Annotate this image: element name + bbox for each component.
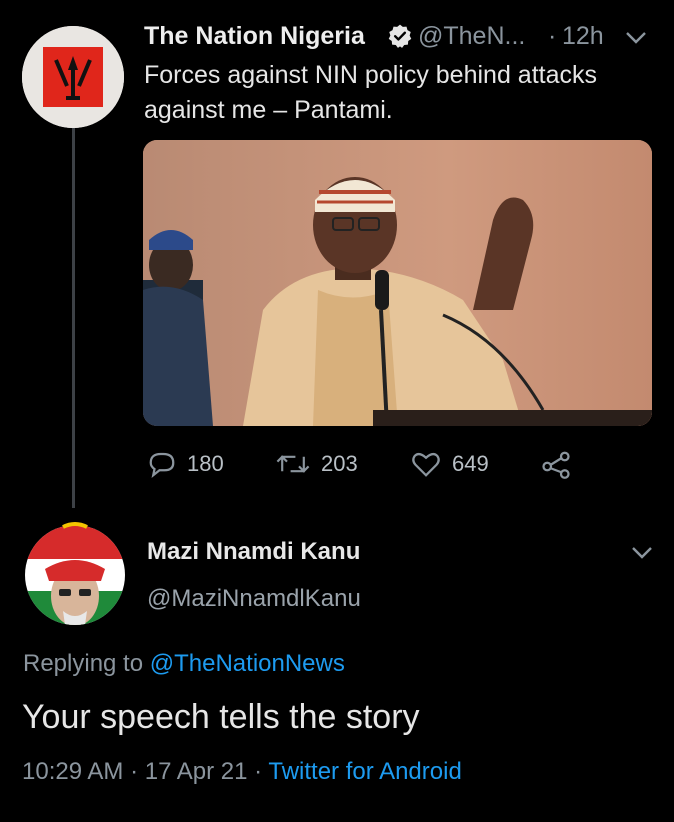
reply-action[interactable]: 180 bbox=[147, 444, 224, 484]
reply-text: Your speech tells the story bbox=[22, 698, 420, 736]
like-action[interactable]: 649 bbox=[410, 444, 489, 484]
like-count: 649 bbox=[452, 451, 489, 476]
reply-icon bbox=[149, 452, 175, 479]
replying-prefix: Replying to bbox=[23, 650, 150, 677]
photo-illustration bbox=[143, 140, 652, 426]
like-icon bbox=[412, 452, 440, 477]
author-handle[interactable]: @TheN... bbox=[418, 22, 525, 51]
reply-author-name[interactable]: Mazi Nnamdi Kanu bbox=[147, 538, 360, 566]
verified-badge-icon bbox=[388, 24, 412, 48]
tweet-time[interactable]: 12h bbox=[562, 22, 604, 51]
share-icon bbox=[542, 451, 570, 479]
tweet-text: Forces against NIN policy behind attacks… bbox=[144, 61, 597, 124]
thread-line bbox=[72, 126, 75, 508]
reply-meta: 10:29 AM · 17 Apr 21 · Twitter for Andro… bbox=[22, 758, 462, 786]
biafra-avatar-icon bbox=[25, 522, 125, 625]
reply-timestamp[interactable]: 10:29 AM · 17 Apr 21 · bbox=[22, 758, 268, 785]
chevron-down-icon[interactable] bbox=[630, 543, 654, 563]
nation-logo-icon bbox=[22, 26, 124, 128]
replying-to-line: Replying to @TheNationNews bbox=[23, 650, 345, 678]
reply-author-avatar[interactable] bbox=[23, 521, 127, 625]
retweet-count: 203 bbox=[321, 451, 358, 476]
reply-count: 180 bbox=[187, 451, 224, 476]
author-name[interactable]: The Nation Nigeria bbox=[144, 22, 365, 51]
chevron-down-icon[interactable] bbox=[624, 28, 648, 48]
share-action[interactable] bbox=[540, 444, 582, 484]
tweet-photo[interactable] bbox=[143, 140, 652, 426]
retweet-action[interactable]: 203 bbox=[275, 444, 358, 484]
replying-to-link[interactable]: @TheNationNews bbox=[150, 650, 345, 677]
author-avatar[interactable] bbox=[22, 26, 124, 128]
retweet-icon bbox=[276, 455, 310, 473]
reply-author-handle[interactable]: @MaziNnamdlKanu bbox=[147, 585, 361, 613]
reply-source-link[interactable]: Twitter for Android bbox=[268, 758, 461, 785]
separator-dot: · bbox=[548, 22, 557, 50]
